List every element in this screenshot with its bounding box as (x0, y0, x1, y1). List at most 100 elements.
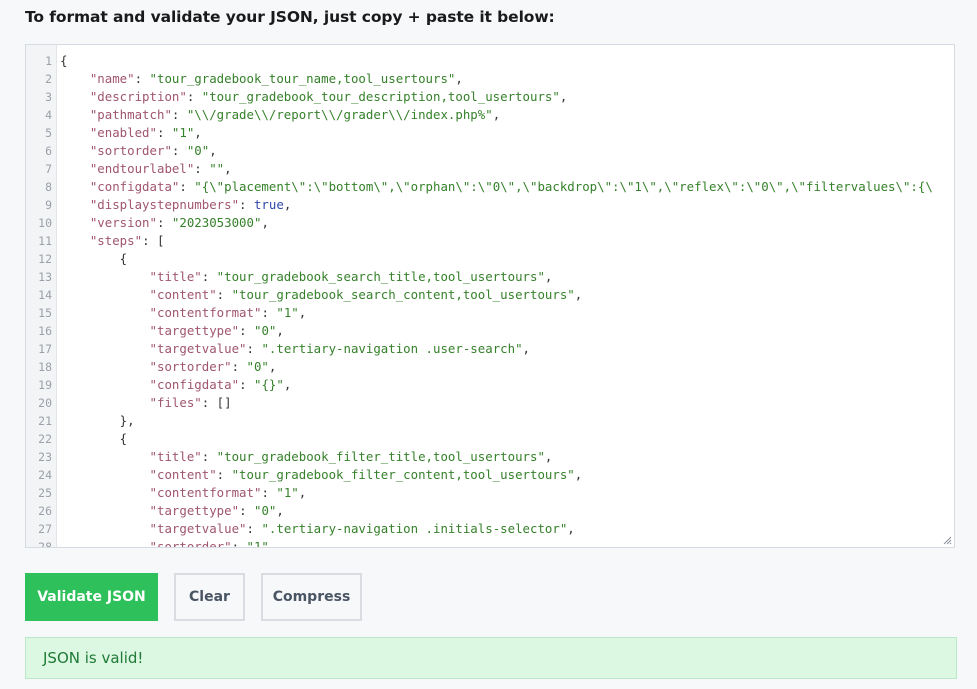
code-line[interactable]: 18 "sortorder": "0", (26, 358, 954, 376)
line-number: 11 (38, 234, 52, 248)
code-line[interactable]: 9 "displaystepnumbers": true, (26, 196, 954, 214)
line-number: 21 (38, 414, 52, 428)
json-punctuation: , (268, 359, 277, 374)
json-punctuation: , (261, 215, 269, 230)
json-key: "title" (149, 269, 202, 284)
code-line[interactable]: 25 "contentformat": "1", (26, 484, 954, 502)
code-line[interactable]: 23 "title": "tour_gradebook_filter_title… (26, 448, 954, 466)
json-punctuation (60, 521, 150, 536)
json-key: "targettype" (149, 323, 240, 338)
code-line[interactable]: 13 "title": "tour_gradebook_search_title… (26, 268, 954, 286)
json-string: "2023053000" (171, 215, 262, 230)
json-punctuation: : (194, 161, 210, 176)
json-string: "tour_gradebook_tour_description,tool_us… (201, 89, 560, 104)
resize-handle-icon[interactable] (942, 535, 952, 545)
code-line[interactable]: 8 "configdata": "{\"placement\":\"bottom… (26, 178, 954, 196)
code-text: "sortorder": "0", (60, 142, 217, 160)
code-line[interactable]: 14 "content": "tour_gradebook_search_con… (26, 286, 954, 304)
json-punctuation: , (298, 305, 307, 320)
json-punctuation (60, 503, 150, 518)
line-number: 8 (45, 180, 52, 194)
line-number: 9 (45, 198, 52, 212)
code-text: "contentformat": "1", (60, 304, 307, 322)
json-punctuation: , (283, 377, 292, 392)
json-string: "{}" (253, 377, 284, 392)
json-punctuation (60, 341, 150, 356)
compress-button[interactable]: Compress (261, 573, 362, 621)
code-text: "version": "2023053000", (60, 214, 269, 232)
json-string: "1" (246, 539, 269, 548)
code-text: { (60, 250, 127, 268)
line-number: 19 (38, 378, 52, 392)
json-key: "version" (89, 215, 157, 230)
json-key: "description" (89, 89, 187, 104)
json-key: "enabled" (89, 125, 157, 140)
line-number: 10 (38, 216, 52, 230)
json-string: "{\"placement\":\"bottom\",\"orphan\":\"… (194, 179, 933, 194)
json-key: "contentformat" (149, 485, 262, 500)
code-line[interactable]: 16 "targettype": "0", (26, 322, 954, 340)
json-punctuation: { (60, 251, 128, 266)
json-punctuation: { (60, 431, 128, 446)
validate-json-button[interactable]: Validate JSON (25, 573, 158, 621)
json-string: "tour_gradebook_tour_name,tool_usertours… (149, 71, 456, 86)
json-punctuation: , (283, 197, 292, 212)
code-text: "targettype": "0", (60, 502, 284, 520)
line-number: 12 (38, 252, 52, 266)
code-line[interactable]: 22 { (26, 430, 954, 448)
code-text: "endtourlabel": "", (60, 160, 232, 178)
json-punctuation: , (567, 521, 575, 536)
line-number: 17 (38, 342, 52, 356)
line-number: 6 (45, 144, 52, 158)
code-line[interactable]: 2 "name": "tour_gradebook_tour_name,tool… (26, 70, 954, 88)
json-string: ".tertiary-navigation .initials-selector… (261, 521, 568, 536)
json-key: "content" (149, 467, 217, 482)
code-line[interactable]: 3 "description": "tour_gradebook_tour_de… (26, 88, 954, 106)
code-text: "title": "tour_gradebook_search_title,to… (60, 268, 553, 286)
code-line[interactable]: 10 "version": "2023053000", (26, 214, 954, 232)
json-key: "endtourlabel" (89, 161, 195, 176)
code-line[interactable]: 4 "pathmatch": "\\/grade\\/report\\/grad… (26, 106, 954, 124)
json-punctuation (60, 323, 150, 338)
code-line[interactable]: 1{ (26, 52, 954, 70)
json-punctuation: : (231, 359, 247, 374)
json-key: "displaystepnumbers" (89, 197, 240, 212)
clear-button[interactable]: Clear (174, 573, 245, 621)
json-boolean: true (253, 197, 284, 212)
code-text: "targettype": "0", (60, 322, 284, 340)
json-punctuation: , (194, 125, 202, 140)
code-line[interactable]: 28 "sortorder": "1" (26, 538, 954, 548)
code-line[interactable]: 12 { (26, 250, 954, 268)
json-editor[interactable]: 1{2 "name": "tour_gradebook_tour_name,to… (25, 44, 955, 548)
code-line[interactable]: 24 "content": "tour_gradebook_filter_con… (26, 466, 954, 484)
code-line[interactable]: 11 "steps": [ (26, 232, 954, 250)
code-lines[interactable]: 1{2 "name": "tour_gradebook_tour_name,to… (26, 52, 954, 548)
code-line[interactable]: 5 "enabled": "1", (26, 124, 954, 142)
json-key: "name" (89, 71, 135, 86)
line-number: 2 (45, 72, 52, 86)
line-number: 16 (38, 324, 52, 338)
code-line[interactable]: 21 }, (26, 412, 954, 430)
code-line[interactable]: 17 "targetvalue": ".tertiary-navigation … (26, 340, 954, 358)
line-number: 18 (38, 360, 52, 374)
code-line[interactable]: 15 "contentformat": "1", (26, 304, 954, 322)
code-line[interactable]: 20 "files": [] (26, 394, 954, 412)
json-key: "sortorder" (89, 143, 172, 158)
json-key: "targetvalue" (149, 521, 247, 536)
json-key: "files" (149, 395, 202, 410)
json-punctuation (60, 467, 150, 482)
code-line[interactable]: 7 "endtourlabel": "", (26, 160, 954, 178)
json-punctuation: , (522, 341, 530, 356)
code-line[interactable]: 26 "targettype": "0", (26, 502, 954, 520)
json-punctuation: : (261, 305, 277, 320)
code-line[interactable]: 6 "sortorder": "0", (26, 142, 954, 160)
code-line[interactable]: 19 "configdata": "{}", (26, 376, 954, 394)
json-punctuation: , (209, 143, 217, 158)
json-punctuation: : (261, 485, 277, 500)
json-punctuation (60, 269, 150, 284)
json-punctuation: : (134, 71, 150, 86)
json-punctuation: , (492, 107, 501, 122)
code-line[interactable]: 27 "targetvalue": ".tertiary-navigation … (26, 520, 954, 538)
json-key: "pathmatch" (89, 107, 172, 122)
json-string: "0" (253, 323, 277, 338)
